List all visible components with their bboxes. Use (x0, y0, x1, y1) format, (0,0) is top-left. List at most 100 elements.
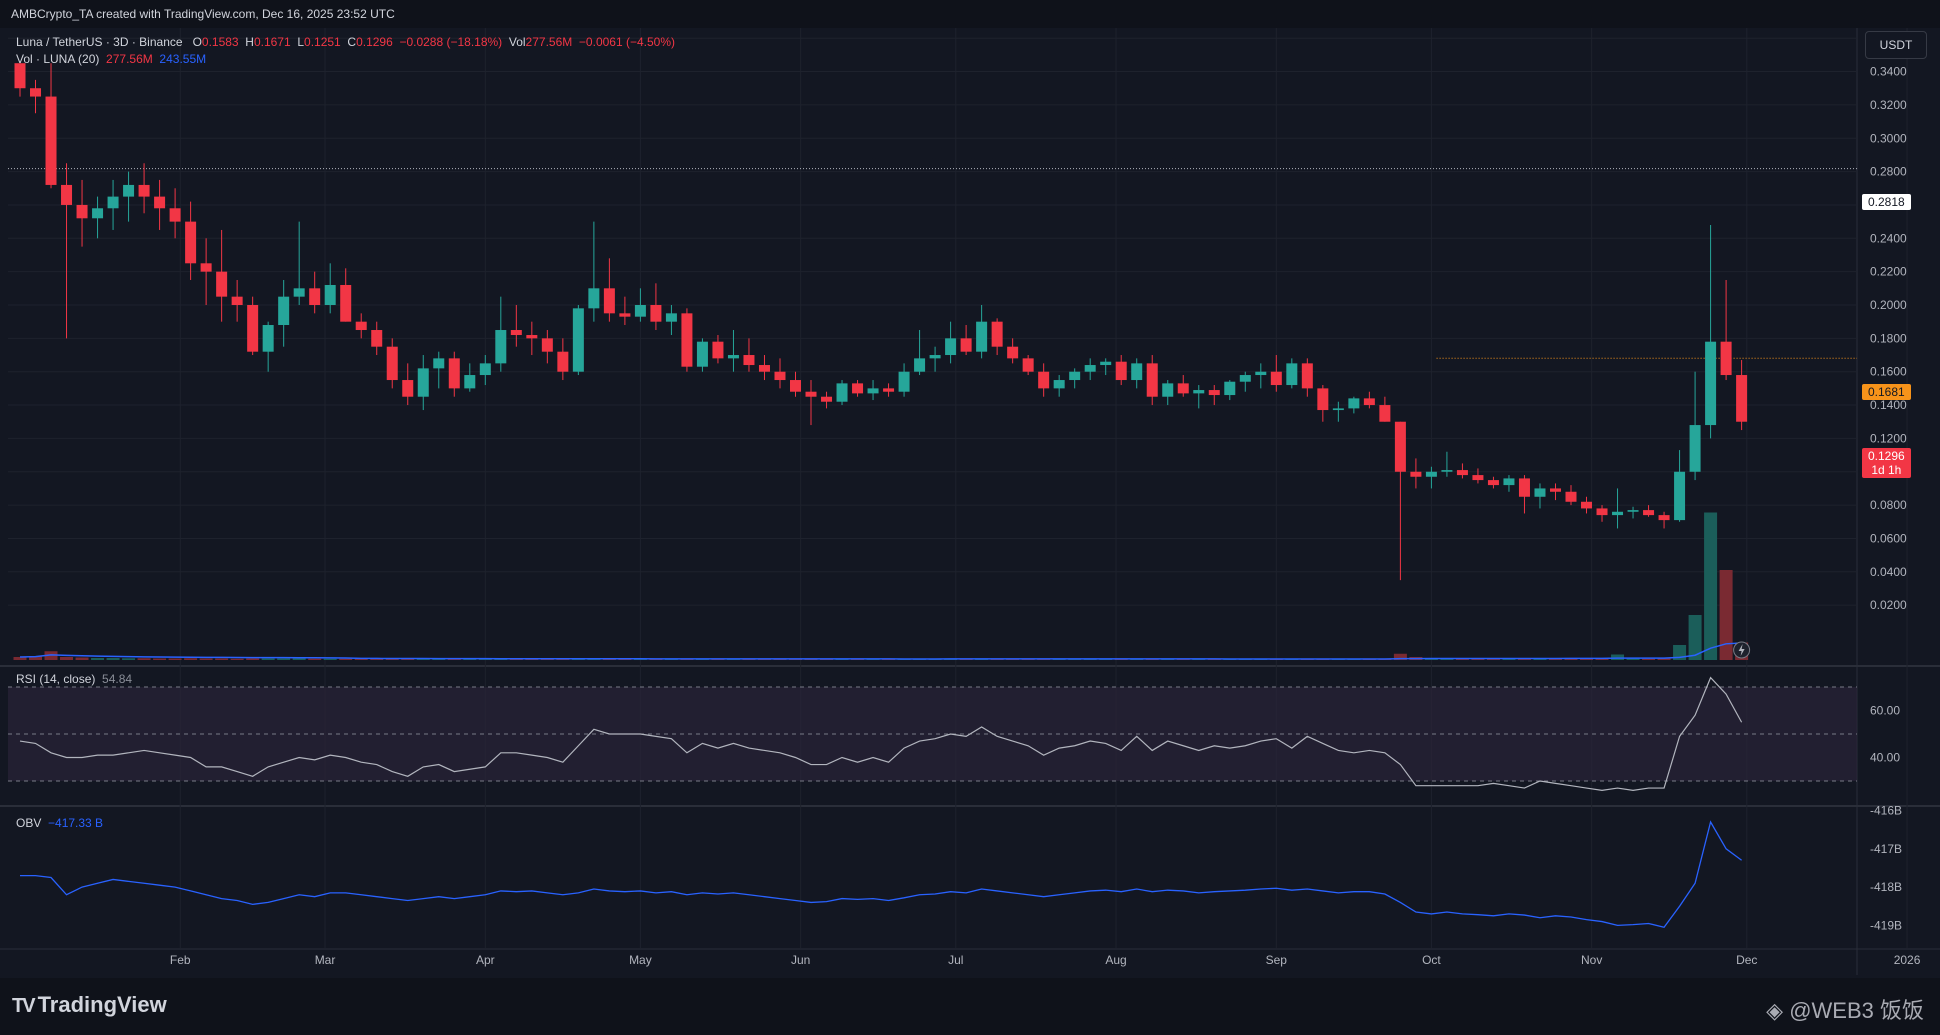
candle-body-up (1425, 471, 1437, 477)
candle-body-down (371, 330, 383, 347)
candle-body-down (1643, 510, 1655, 516)
price-tick-label: 0.1400 (1870, 398, 1907, 412)
obv-tick-label: -417B (1870, 842, 1902, 856)
candle-body-up (696, 341, 708, 367)
time-tick-label: Nov (1581, 953, 1602, 967)
last-price-value: 0.1296 (1868, 449, 1905, 463)
rsi-label[interactable]: RSI (14, close) (16, 672, 95, 686)
time-tick-label: Oct (1422, 953, 1441, 967)
candle-body-down (200, 263, 212, 272)
volume-indicator-value: 277.56M (106, 52, 153, 66)
candle-body-down (758, 365, 770, 372)
bottom-bar (0, 978, 1940, 1035)
candle-body-down (402, 380, 414, 397)
time-tick-label: Aug (1105, 953, 1126, 967)
low-label: L (297, 35, 305, 49)
bar-countdown: 1d 1h (1871, 463, 1902, 477)
candle-body-down (1301, 363, 1313, 389)
low-value: 0.1251 (304, 35, 341, 49)
candle-body-down (386, 346, 398, 381)
candle-body-down (1658, 515, 1670, 521)
volume-bar (308, 658, 322, 660)
last-price-badge: 0.1296 1d 1h (1862, 448, 1911, 478)
volume-indicator-row[interactable]: Vol · LUNA (20) 277.56M 243.55M (16, 51, 675, 68)
symbol-legend-row[interactable]: Luna / TetherUS · 3D · Binance O0.1583 H… (16, 34, 675, 51)
candle-body-up (1612, 511, 1624, 516)
candle-body-down (1115, 361, 1127, 381)
candle-body-up (433, 358, 445, 369)
time-tick-label: Feb (170, 953, 191, 967)
volume-bar (168, 658, 182, 660)
candle-body-up (92, 208, 104, 219)
candle-body-up (1534, 488, 1546, 497)
candle-body-up (1069, 371, 1081, 381)
candle-body-up (1131, 363, 1143, 381)
chart-legend: Luna / TetherUS · 3D · Binance O0.1583 H… (16, 34, 675, 68)
volume-bar (184, 658, 198, 660)
candle-body-up (588, 288, 600, 309)
candle-body-down (340, 284, 352, 322)
candle-body-up (1441, 470, 1453, 472)
candle-body-up (293, 288, 305, 297)
rsi-legend[interactable]: RSI (14, close) 54.84 (16, 672, 132, 686)
candle-body-up (1332, 408, 1344, 411)
obv-tick-label: -416B (1870, 804, 1902, 818)
candle-body-down (650, 305, 662, 322)
obv-label[interactable]: OBV (16, 816, 41, 830)
candle-body-down (619, 313, 631, 317)
candle-body-down (1456, 470, 1468, 476)
candle-body-down (1472, 475, 1484, 481)
candle-body-down (1581, 501, 1593, 509)
candle-body-down (1720, 341, 1732, 376)
candle-body-down (231, 296, 243, 305)
rsi-tick-label: 40.00 (1870, 751, 1900, 765)
candle-body-down (743, 355, 755, 366)
candle-body-up (1286, 363, 1298, 386)
candle-body-down (852, 383, 864, 394)
candle-body-down (790, 380, 801, 392)
volume-bar (137, 658, 151, 660)
time-tick-label: Apr (476, 953, 495, 967)
time-tick-label: Jul (948, 953, 963, 967)
price-tick-label: 0.3000 (1870, 131, 1907, 145)
price-tick-label: 0.2200 (1870, 265, 1907, 279)
watermark: ◈ @WEB3 饭饭 (1766, 993, 1924, 1025)
price-tick-label: 0.3400 (1870, 65, 1907, 79)
volume-indicator-label[interactable]: Vol · LUNA (20) (16, 52, 99, 66)
volume-value: 277.56M (525, 35, 573, 49)
chart-canvas[interactable]: Feb Mar Apr May Jun Jul Aug Sep Oct Nov Dec 2026 0.3… (0, 0, 1940, 1035)
candle-body-down (1317, 388, 1329, 411)
binance-square-icon: ◈ (1766, 998, 1790, 1023)
candle-body-down (169, 208, 181, 222)
candle-body-down (1549, 488, 1561, 492)
candle-body-down (30, 88, 42, 97)
volume-bar (75, 657, 89, 660)
candle-body-up (123, 184, 135, 197)
candle-body-up (1503, 478, 1515, 486)
volume-ma-value: 243.55M (159, 52, 207, 66)
volume-bar (153, 658, 167, 660)
obv-tick-label: -418B (1870, 880, 1902, 894)
volume-change: −0.0061 (−4.50%) (578, 35, 675, 49)
symbol-name[interactable]: Luna / TetherUS · 3D · Binance (16, 35, 183, 49)
candle-body-up (464, 375, 476, 389)
price-tick-label: 0.0400 (1870, 565, 1907, 579)
volume-bar (1611, 654, 1625, 660)
price-tick-label: 0.3200 (1870, 98, 1907, 112)
candle-body-down (1596, 508, 1608, 516)
candle-body-down (76, 204, 88, 219)
candle-body-up (1705, 341, 1717, 426)
candle-body-up (665, 313, 677, 322)
candle-body-down (712, 341, 724, 359)
chart-credit: AMBCrypto_TA created with TradingView.co… (11, 7, 395, 21)
currency-selector[interactable]: USDT (1865, 31, 1927, 59)
tradingview-logo[interactable]: TV TradingView (12, 992, 167, 1018)
time-tick-label: Dec (1736, 953, 1757, 967)
candle-body-down (1270, 371, 1282, 386)
candle-body-down (991, 321, 1003, 347)
price-change: −0.0288 (−18.18%) (399, 35, 503, 49)
volume-bar (60, 657, 74, 660)
candle-body-up (634, 305, 646, 317)
candle-body-down (154, 196, 166, 209)
obv-legend[interactable]: OBV −417.33 B (16, 816, 103, 830)
